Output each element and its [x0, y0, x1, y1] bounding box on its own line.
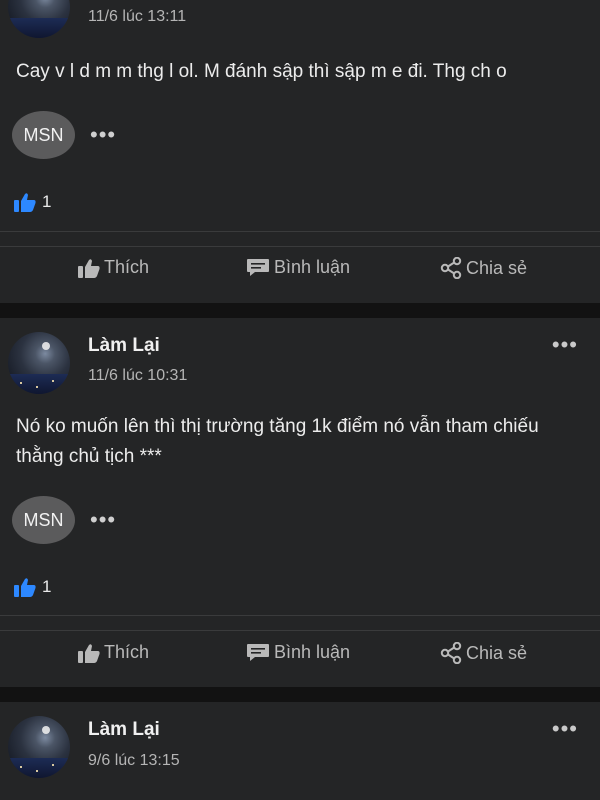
post-card: 11/6 lúc 13:11 Cay v l d m m thg l ol. M…: [0, 0, 600, 303]
like-button[interactable]: Thích: [78, 642, 149, 663]
post-card: Làm Lại ••• 11/6 lúc 10:31 Nó ko muốn lê…: [0, 318, 600, 687]
like-summary[interactable]: 1: [14, 577, 51, 597]
post-content: Cay v l d m m thg l ol. M đánh sập thì s…: [16, 61, 507, 82]
author-name[interactable]: Làm Lại: [88, 335, 160, 357]
like-count: 1: [42, 192, 52, 211]
share-icon: [440, 257, 462, 279]
divider: [0, 615, 600, 616]
post-time[interactable]: 11/6 lúc 10:31: [88, 367, 187, 385]
author-name[interactable]: Làm Lại: [88, 719, 160, 741]
avatar[interactable]: [8, 716, 70, 778]
share-label: Chia sẻ: [466, 257, 528, 278]
avatar[interactable]: [8, 0, 70, 38]
share-button[interactable]: Chia sẻ: [440, 642, 527, 664]
comment-icon: [246, 258, 270, 278]
comment-button[interactable]: Bình luận: [246, 257, 350, 278]
post-actions: Thích Bình luận Chia sẻ: [0, 642, 600, 682]
comment-label: Bình luận: [274, 642, 351, 662]
comment-label: Bình luận: [274, 257, 351, 277]
msn-avatar[interactable]: MSN: [12, 111, 75, 159]
thumbs-up-icon: [78, 258, 100, 278]
post-content: Nó ko muốn lên thì thị trường tăng 1k đi…: [16, 416, 539, 467]
divider: [0, 630, 600, 631]
post-time[interactable]: 11/6 lúc 13:11: [88, 8, 186, 26]
like-label: Thích: [104, 642, 150, 662]
share-label: Chia sẻ: [466, 642, 528, 663]
thumbs-up-icon: [78, 643, 100, 663]
msn-avatar[interactable]: MSN: [12, 496, 75, 544]
comment-icon: [246, 643, 270, 663]
more-dots-icon[interactable]: •••: [552, 716, 578, 742]
like-summary[interactable]: 1: [14, 192, 51, 212]
like-button[interactable]: Thích: [78, 257, 149, 278]
post-actions: Thích Bình luận Chia sẻ: [0, 257, 600, 297]
divider: [0, 231, 600, 232]
thumbs-up-icon: [14, 577, 36, 597]
thumbs-up-icon: [14, 192, 36, 212]
more-dots-icon[interactable]: •••: [90, 122, 116, 148]
more-dots-icon[interactable]: •••: [552, 332, 578, 358]
post-card: Làm Lại ••• 9/6 lúc 13:15: [0, 702, 600, 800]
like-count: 1: [42, 577, 52, 596]
more-dots-icon[interactable]: •••: [90, 507, 116, 533]
divider: [0, 246, 600, 247]
share-button[interactable]: Chia sẻ: [440, 257, 527, 279]
comment-button[interactable]: Bình luận: [246, 642, 350, 663]
like-label: Thích: [104, 257, 150, 277]
share-icon: [440, 642, 462, 664]
avatar[interactable]: [8, 332, 70, 394]
post-time[interactable]: 9/6 lúc 13:15: [88, 752, 180, 770]
